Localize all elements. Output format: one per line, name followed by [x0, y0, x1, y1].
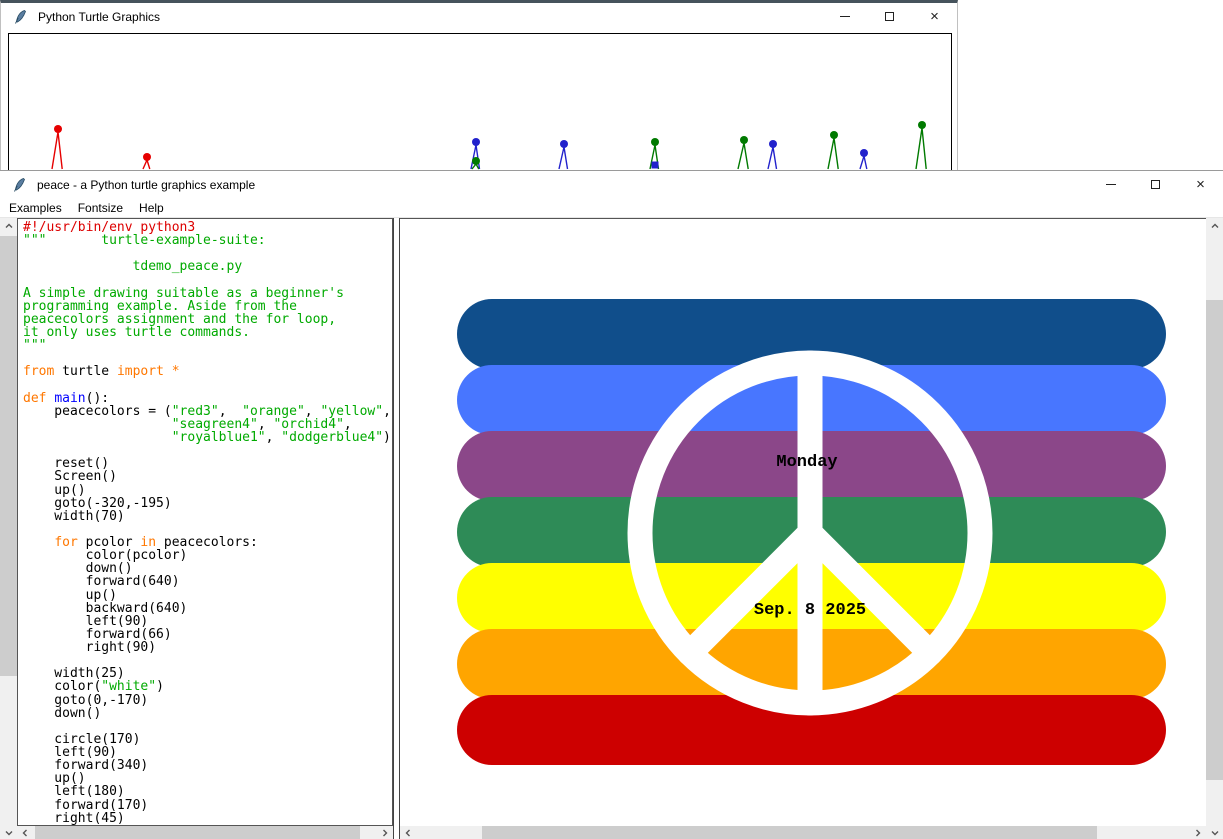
code-line: tdemo_peace.py — [23, 260, 392, 273]
close-icon: × — [1196, 177, 1205, 192]
chevron-down-icon — [4, 828, 14, 838]
turtle-figure — [559, 140, 568, 169]
scroll-right-button[interactable] — [1190, 826, 1206, 839]
minimize-icon — [840, 16, 850, 17]
close-icon: × — [930, 9, 939, 24]
turtle-figure — [52, 125, 62, 169]
canvas-vscrollbar[interactable] — [1206, 218, 1223, 839]
turtle-canvas: Monday Sep. 8 2025 — [400, 218, 1206, 826]
front-window-titlebar[interactable]: peace - a Python turtle graphics example… — [0, 171, 1223, 198]
scroll-down-button[interactable] — [0, 826, 17, 839]
minimize-icon — [1106, 184, 1116, 185]
code-line: down() — [23, 707, 392, 720]
turtle-figure — [652, 162, 659, 169]
menu-item-help[interactable]: Help — [132, 199, 171, 217]
chevron-left-icon — [403, 828, 413, 838]
front-close-button[interactable]: × — [1178, 171, 1223, 198]
canvas-vscroll-thumb[interactable] — [1206, 300, 1223, 780]
code-line: it only uses turtle commands. — [23, 326, 392, 339]
tk-feather-icon — [12, 9, 28, 25]
front-maximize-button[interactable] — [1133, 171, 1178, 198]
back-window-title: Python Turtle Graphics — [38, 10, 160, 24]
screen: Python Turtle Graphics × peace - a Pytho… — [0, 0, 1223, 839]
code-line: right(90) — [23, 641, 392, 654]
code-line: width(70) — [23, 510, 392, 523]
code-pane: #!/usr/bin/env python3""" turtle-example… — [17, 218, 393, 826]
menubar: Examples Fontsize Help — [0, 198, 1223, 218]
code-text[interactable]: #!/usr/bin/env python3""" turtle-example… — [18, 219, 392, 826]
turtle-figure — [768, 140, 777, 169]
canvas-label: Monday — [776, 453, 837, 472]
code-line: """ turtle-example-suite: — [23, 234, 392, 247]
maximize-icon — [1151, 180, 1160, 189]
code-hscrollbar[interactable] — [17, 826, 393, 839]
turtle-figure — [828, 131, 838, 169]
code-vscrollbar[interactable] — [0, 218, 17, 839]
turtle-canvas-drawing: Monday Sep. 8 2025 — [400, 219, 1206, 826]
scroll-left-button[interactable] — [17, 826, 33, 839]
front-window: peace - a Python turtle graphics example… — [0, 170, 1223, 839]
menu-item-examples[interactable]: Examples — [2, 199, 69, 217]
scroll-left-button[interactable] — [400, 826, 416, 839]
code-line: from turtle import * — [23, 365, 392, 378]
front-window-title: peace - a Python turtle graphics example — [37, 178, 255, 192]
scroll-up-button[interactable] — [1206, 218, 1223, 234]
code-line: "royalblue1", "dodgerblue4") — [23, 431, 392, 444]
back-close-button[interactable]: × — [912, 3, 957, 30]
back-canvas — [8, 33, 952, 170]
turtle-figure — [916, 121, 926, 169]
back-window: Python Turtle Graphics × — [0, 0, 958, 170]
scroll-up-button[interactable] — [0, 218, 17, 234]
chevron-up-icon — [4, 221, 14, 231]
chevron-down-icon — [1210, 828, 1220, 838]
scroll-right-button[interactable] — [377, 826, 393, 839]
chevron-left-icon — [20, 828, 30, 838]
maximize-icon — [885, 12, 894, 21]
back-canvas-drawing — [9, 34, 951, 170]
chevron-right-icon — [1193, 828, 1203, 838]
code-vscroll-thumb[interactable] — [0, 236, 17, 676]
turtle-figure — [738, 136, 748, 169]
turtle-figure — [143, 153, 151, 169]
chevron-up-icon — [1210, 221, 1220, 231]
canvas-hscrollbar[interactable] — [400, 826, 1206, 839]
back-maximize-button[interactable] — [867, 3, 912, 30]
pane-divider — [393, 218, 400, 839]
canvas-label: Sep. 8 2025 — [754, 601, 866, 620]
turtle-figure — [860, 149, 868, 169]
menu-item-fontsize[interactable]: Fontsize — [71, 199, 130, 217]
chevron-right-icon — [380, 828, 390, 838]
scroll-down-button[interactable] — [1206, 826, 1223, 839]
canvas-hscroll-thumb[interactable] — [482, 826, 1097, 839]
back-minimize-button[interactable] — [822, 3, 867, 30]
tk-feather-icon — [11, 177, 27, 193]
front-minimize-button[interactable] — [1088, 171, 1133, 198]
code-hscroll-thumb[interactable] — [35, 826, 360, 839]
code-line: """ — [23, 339, 392, 352]
back-window-titlebar[interactable]: Python Turtle Graphics × — [1, 3, 957, 30]
